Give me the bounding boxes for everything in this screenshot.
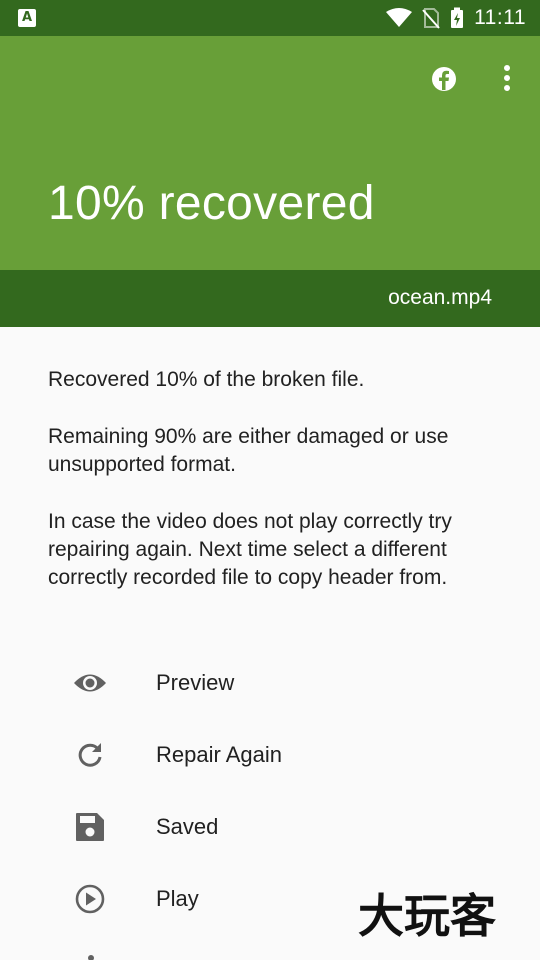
save-icon (76, 813, 104, 841)
file-name: ocean.mp4 (388, 286, 492, 309)
report-paragraph: Remaining 90% are either damaged or use … (48, 425, 449, 476)
action-label: Repair Again (156, 742, 282, 767)
eye-icon (74, 674, 106, 692)
action-label: Play (156, 886, 199, 911)
app-notification-icon: A (18, 9, 36, 27)
preview-button[interactable]: Preview (0, 646, 540, 718)
wifi-icon (386, 8, 413, 27)
repair-again-button[interactable]: Repair Again (0, 718, 540, 790)
play-circle-icon (75, 884, 105, 914)
no-sim-icon (422, 8, 440, 29)
status-time: 11:11 (474, 6, 526, 29)
watermark-text: 大玩客 (358, 889, 496, 942)
report-paragraph: In case the video does not play correctl… (48, 510, 452, 589)
action-label: Preview (156, 670, 235, 695)
facebook-icon[interactable] (431, 66, 457, 92)
partial-list-icon (88, 955, 94, 960)
watermark-logo: 大玩客 (358, 889, 496, 942)
saved-button[interactable]: Saved (0, 790, 540, 862)
battery-charging-icon (451, 7, 464, 28)
recovery-report: Recovered 10% of the broken file. Remain… (48, 366, 498, 621)
refresh-icon (78, 743, 102, 767)
more-vert-icon[interactable] (496, 64, 518, 92)
page-title: 10% recovered (48, 177, 375, 230)
action-label: Saved (156, 814, 219, 839)
file-bar: ocean.mp4 (0, 270, 540, 327)
app-bar: 10% recovered (0, 36, 540, 270)
status-bar: A 11:11 (0, 0, 540, 36)
report-paragraph: Recovered 10% of the broken file. (48, 368, 365, 391)
